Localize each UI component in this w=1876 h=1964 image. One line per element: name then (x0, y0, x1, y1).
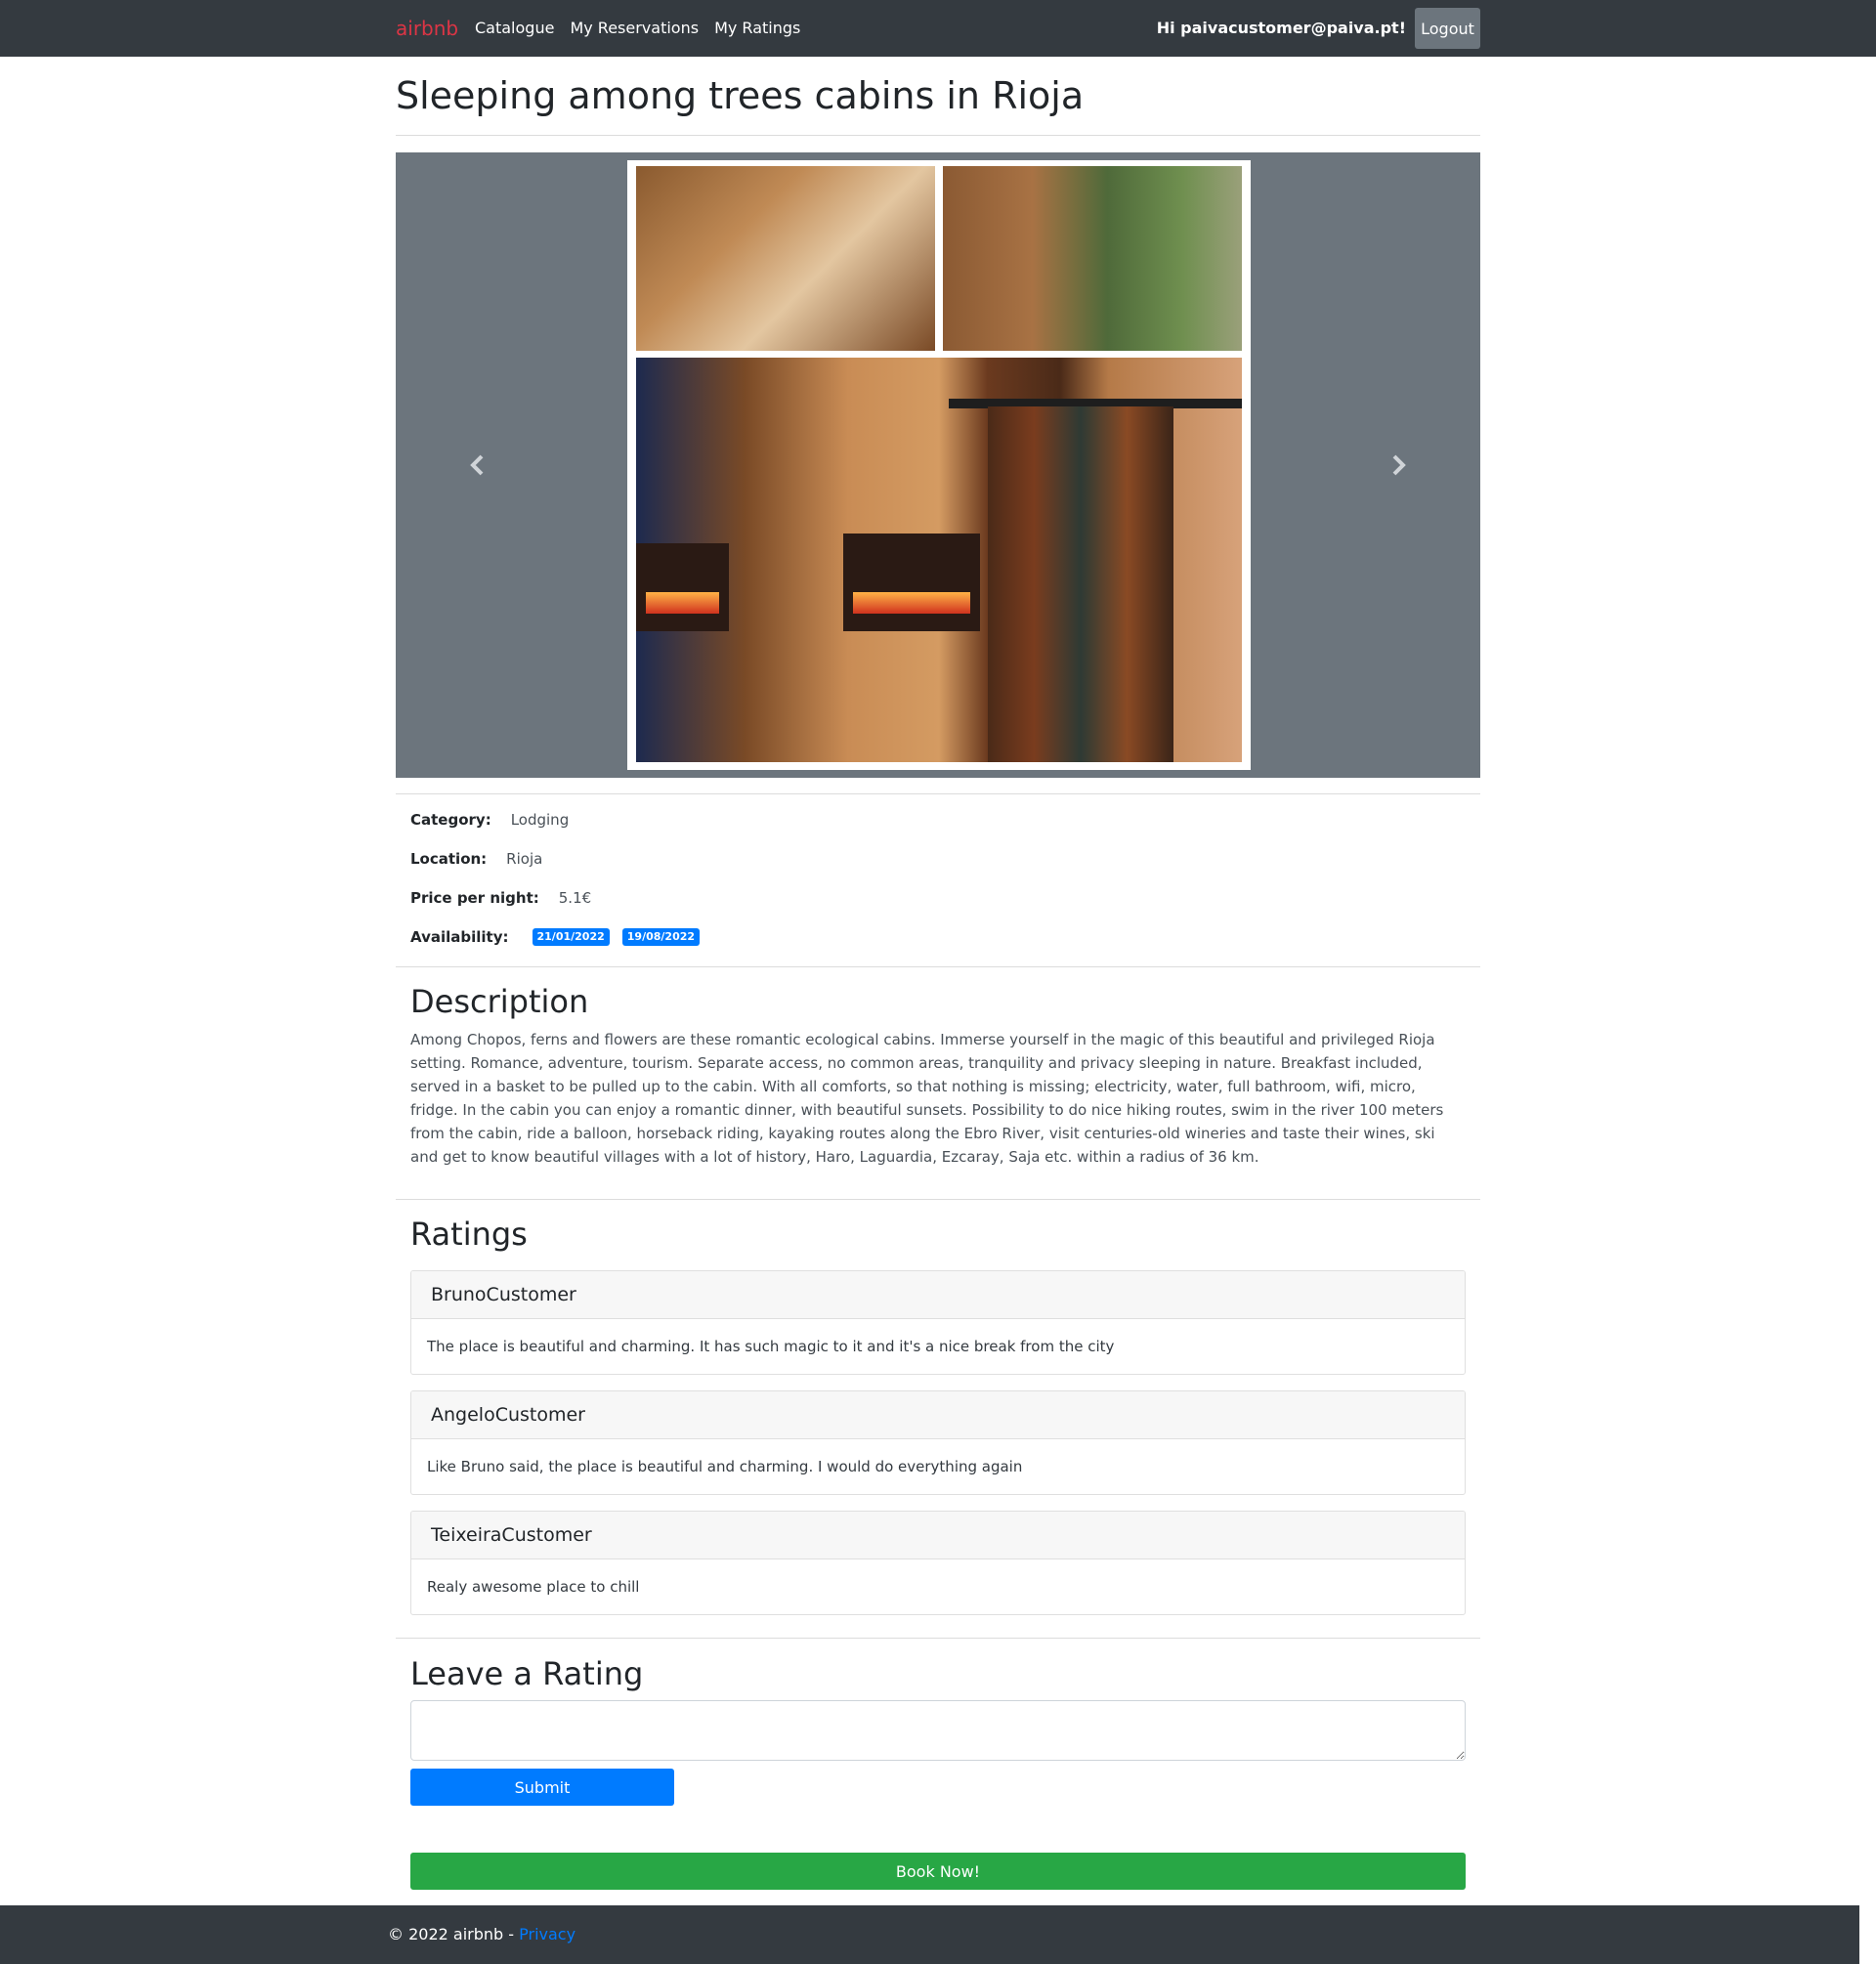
price-label: Price per night: (410, 889, 539, 907)
rating-author: BrunoCustomer (411, 1271, 1465, 1319)
category-value: Lodging (510, 811, 570, 829)
chevron-right-icon (1392, 454, 1406, 476)
availability-start-badge: 21/01/2022 (532, 928, 610, 946)
rating-author: TeixeiraCustomer (411, 1512, 1465, 1559)
description-heading: Description (410, 983, 589, 1020)
user-greeting: Hi paivacustomer@paiva.pt! (1156, 19, 1406, 37)
carousel-prev-button[interactable] (457, 446, 496, 485)
logout-button[interactable]: Logout (1415, 8, 1480, 49)
nav-link-my-reservations[interactable]: My Reservations (570, 19, 699, 37)
availability-row: Availability: 21/01/2022 19/08/2022 (410, 928, 701, 946)
fireplace (843, 534, 980, 631)
rating-author: AngeloCustomer (411, 1391, 1465, 1439)
location-label: Location: (410, 850, 488, 868)
sliding-door (988, 406, 1173, 762)
navbar: airbnb Catalogue My Reservations My Rati… (0, 0, 1876, 57)
privacy-link[interactable]: Privacy (519, 1925, 576, 1943)
price-value: 5.1€ (558, 889, 592, 907)
ratings-heading: Ratings (410, 1216, 528, 1253)
cabin-balcony-photo (943, 166, 1242, 351)
carousel-next-button[interactable] (1380, 446, 1419, 485)
rating-card: TeixeiraCustomer Realy awesome place to … (410, 1511, 1466, 1615)
divider (396, 966, 1480, 967)
divider (396, 135, 1480, 136)
copyright-text: © 2022 airbnb - (388, 1925, 520, 1943)
rating-comment: Like Bruno said, the place is beautiful … (427, 1458, 1023, 1475)
rating-textarea[interactable] (410, 1700, 1466, 1761)
nav-link-catalogue[interactable]: Catalogue (475, 19, 554, 37)
footer: © 2022 airbnb - Privacy (0, 1905, 1859, 1964)
nav-links: Catalogue My Reservations My Ratings (475, 19, 800, 37)
footer-text: © 2022 airbnb - Privacy (388, 1925, 576, 1943)
chevron-left-icon (470, 454, 484, 476)
availability-label: Availability: (410, 928, 509, 946)
fireplace-reflection (636, 543, 729, 631)
brand-logo[interactable]: airbnb (396, 17, 458, 40)
category-label: Category: (410, 811, 491, 829)
rating-comment: The place is beautiful and charming. It … (427, 1338, 1115, 1355)
category-row: Category: Lodging (410, 811, 569, 829)
submit-rating-button[interactable]: Submit (410, 1769, 674, 1806)
page-title: Sleeping among trees cabins in Rioja (396, 74, 1085, 117)
cabin-fireplace-photo (636, 358, 1242, 762)
rating-comment: Realy awesome place to chill (427, 1578, 640, 1596)
rating-card: AngeloCustomer Like Bruno said, the plac… (410, 1390, 1466, 1495)
navbar-container: airbnb Catalogue My Reservations My Rati… (396, 0, 1480, 57)
leave-rating-heading: Leave a Rating (410, 1655, 644, 1692)
carousel-image (627, 160, 1251, 770)
availability-end-badge: 19/08/2022 (621, 928, 701, 946)
nav-link-my-ratings[interactable]: My Ratings (714, 19, 800, 37)
cabin-interior-photo (636, 166, 935, 351)
rating-card: BrunoCustomer The place is beautiful and… (410, 1270, 1466, 1375)
image-carousel (396, 152, 1480, 778)
divider (396, 1638, 1480, 1639)
price-row: Price per night: 5.1€ (410, 889, 591, 907)
divider (396, 793, 1480, 794)
location-row: Location: Rioja (410, 850, 542, 868)
description-text: Among Chopos, ferns and flowers are thes… (410, 1031, 1444, 1166)
book-now-button[interactable]: Book Now! (410, 1853, 1466, 1890)
location-value: Rioja (506, 850, 543, 868)
divider (396, 1199, 1480, 1200)
